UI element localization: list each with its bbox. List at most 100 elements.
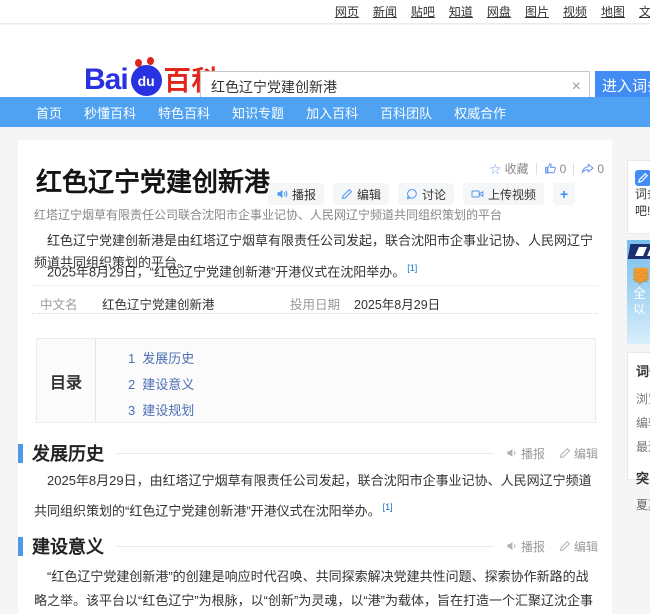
section-tools: 播报 编辑 xyxy=(506,538,598,555)
stats-item-edits: 编辑次数: xyxy=(636,414,650,431)
primary-nav: 首页 秒懂百科 特色百科 知识专题 加入百科 百科团队 权威合作 xyxy=(0,97,650,127)
toc-item-2[interactable]: 2建设意义 xyxy=(128,372,194,398)
upload-video-button[interactable]: 上传视频 xyxy=(463,183,544,205)
video-icon xyxy=(471,188,484,200)
section-bar xyxy=(18,444,23,463)
collect-button[interactable]: ☆ 收藏 xyxy=(489,160,529,177)
banner-text: 以 xyxy=(633,300,645,317)
thumb-up-icon xyxy=(544,162,557,175)
title-action-buttons: 播报 编辑 讨论 上传视频 + xyxy=(268,183,575,205)
section-readaloud-label: 播报 xyxy=(521,445,545,462)
logo-bai-text: Bai xyxy=(84,63,128,97)
topnav-link-pan[interactable]: 网盘 xyxy=(487,3,511,20)
like-count: 0 xyxy=(560,162,567,176)
nav-item-tuandui[interactable]: 百科团队 xyxy=(380,103,432,122)
article-subtitle: 红塔辽宁烟草有限责任公司联合沈阳市企事业记协、人民网辽宁频道共同组织策划的平台 xyxy=(34,206,609,223)
infobox-label: 中文名 xyxy=(40,294,78,313)
topnav-link-zhidao[interactable]: 知道 xyxy=(449,3,473,20)
edit-card-text: 吧! xyxy=(635,203,650,220)
section-header: 建设意义 播报 编辑 xyxy=(18,536,598,556)
like-button[interactable]: 0 xyxy=(544,162,567,176)
sidebar-stats-card: 词条统计 浏览次数: 编辑次数: 最近更新: 突出贡献榜 夏莫 xyxy=(627,352,650,480)
speaker-icon xyxy=(506,447,518,459)
logo-du-text: du xyxy=(138,73,155,89)
stats-item-views: 浏览次数: xyxy=(636,390,650,407)
section-readaloud-button[interactable]: 播报 xyxy=(506,538,545,555)
nav-item-zhishi[interactable]: 知识专题 xyxy=(232,103,284,122)
stats-item-update: 最近更新: xyxy=(636,438,650,455)
share-icon xyxy=(581,162,594,175)
edit-pencil-icon[interactable] xyxy=(635,170,650,186)
site-header: Bai du 百科 × 进入词条 xyxy=(0,25,650,97)
toc-item-1[interactable]: 1 发展历史 xyxy=(128,346,194,372)
nav-item-jiaru[interactable]: 加入百科 xyxy=(306,103,358,122)
star-icon: ☆ xyxy=(489,163,502,175)
infobox-value: 2025年8月29日 xyxy=(354,294,440,313)
section-readaloud-button[interactable]: 播报 xyxy=(506,445,545,462)
section-edit-button[interactable]: 编辑 xyxy=(559,538,598,555)
toc-item-3[interactable]: 3建设规划 xyxy=(128,398,194,424)
pencil-icon xyxy=(559,447,571,459)
nav-item-home[interactable]: 首页 xyxy=(36,103,62,122)
nav-item-miaodong[interactable]: 秒懂百科 xyxy=(84,103,136,122)
edit-button[interactable]: 编辑 xyxy=(333,183,389,205)
plus-icon: + xyxy=(560,186,568,202)
discuss-button[interactable]: 讨论 xyxy=(398,183,454,205)
discuss-label: 讨论 xyxy=(422,186,446,203)
section-paragraph-text: 2025年8月29日，由红塔辽宁烟草有限责任公司发起，联合沈阳市企事业记协、人民… xyxy=(34,473,592,518)
section-paragraph: “红色辽宁党建创新港”的创建是响应时代召唤、共同探索解决党建共性问题、探索协作新… xyxy=(34,565,600,614)
sidebar-edit-card: 词条 吧! xyxy=(627,160,650,234)
clear-search-icon[interactable]: × xyxy=(572,77,581,97)
section-title: 发展历史 xyxy=(32,440,104,466)
divider xyxy=(573,163,574,175)
nav-item-tese[interactable]: 特色百科 xyxy=(158,103,210,122)
topnav-link-web[interactable]: 网页 xyxy=(335,3,359,20)
section-edit-label: 编辑 xyxy=(574,445,598,462)
sidebar-promo-banner[interactable]: 攀 全 以 xyxy=(627,240,650,344)
toc-item-label: 发展历史 xyxy=(142,351,194,366)
readaloud-button[interactable]: 播报 xyxy=(268,183,324,205)
banner-ribbon xyxy=(628,244,650,259)
readaloud-label: 播报 xyxy=(292,186,316,203)
infobox: 中文名 红色辽宁党建创新港 投用日期 2025年8月29日 xyxy=(32,285,598,314)
topnav-link-wenku[interactable]: 文库 xyxy=(639,3,650,20)
section-title: 建设意义 xyxy=(32,533,104,559)
nav-item-quanwei[interactable]: 权威合作 xyxy=(454,103,506,122)
stats-title: 词条统计 xyxy=(636,361,650,380)
topnav-link-maps[interactable]: 地图 xyxy=(601,3,625,20)
lead-paragraph-text: 2025年8月29日，“红色辽宁党建创新港”开港仪式在沈阳举办。 xyxy=(47,264,405,279)
collect-label: 收藏 xyxy=(505,160,529,177)
baidu-baike-page: 网页 新闻 贴吧 知道 网盘 图片 视频 地图 文库 Bai du 百科 × 进… xyxy=(0,0,650,614)
section-bar xyxy=(18,537,23,556)
chat-icon xyxy=(406,188,418,200)
page-title: 红色辽宁党建创新港 xyxy=(36,162,270,199)
section-paragraph-text: “红色辽宁党建创新港”的创建是响应时代召唤、共同探索解决党建共性问题、探索协作新… xyxy=(34,569,593,614)
toc-item-number: 3 xyxy=(128,403,135,418)
speaker-icon xyxy=(276,188,288,200)
share-button[interactable]: 0 xyxy=(581,162,604,176)
pencil-icon xyxy=(341,188,353,200)
share-count: 0 xyxy=(597,162,604,176)
citation-link[interactable]: [1] xyxy=(383,502,393,512)
edit-card-text: 词条 xyxy=(635,186,650,203)
topnav-link-video[interactable]: 视频 xyxy=(563,3,587,20)
topnav-link-tieba[interactable]: 贴吧 xyxy=(411,3,435,20)
toc-item-number: 2 xyxy=(128,377,135,392)
upload-video-label: 上传视频 xyxy=(488,186,536,203)
edit-label: 编辑 xyxy=(357,186,381,203)
paw-dot xyxy=(135,59,142,67)
section-readaloud-label: 播报 xyxy=(521,538,545,555)
table-of-contents: 目录 1发展历史 2建设意义 3建设规划 xyxy=(36,338,596,423)
section-header: 发展历史 播报 编辑 xyxy=(18,443,598,463)
contributor-link[interactable]: 夏莫 xyxy=(636,496,650,513)
citation-link[interactable]: [1] xyxy=(407,263,417,273)
add-button[interactable]: + xyxy=(553,183,575,205)
section-edit-button[interactable]: 编辑 xyxy=(559,445,598,462)
topnav-link-news[interactable]: 新闻 xyxy=(373,3,397,20)
divider xyxy=(536,163,537,175)
divider xyxy=(116,453,494,454)
toc-item-number: 1 xyxy=(128,351,135,366)
toc-items: 1 发展历史 2建设意义 3建设规划 xyxy=(96,339,194,422)
topnav-link-images[interactable]: 图片 xyxy=(525,3,549,20)
section-tools: 播报 编辑 xyxy=(506,445,598,462)
